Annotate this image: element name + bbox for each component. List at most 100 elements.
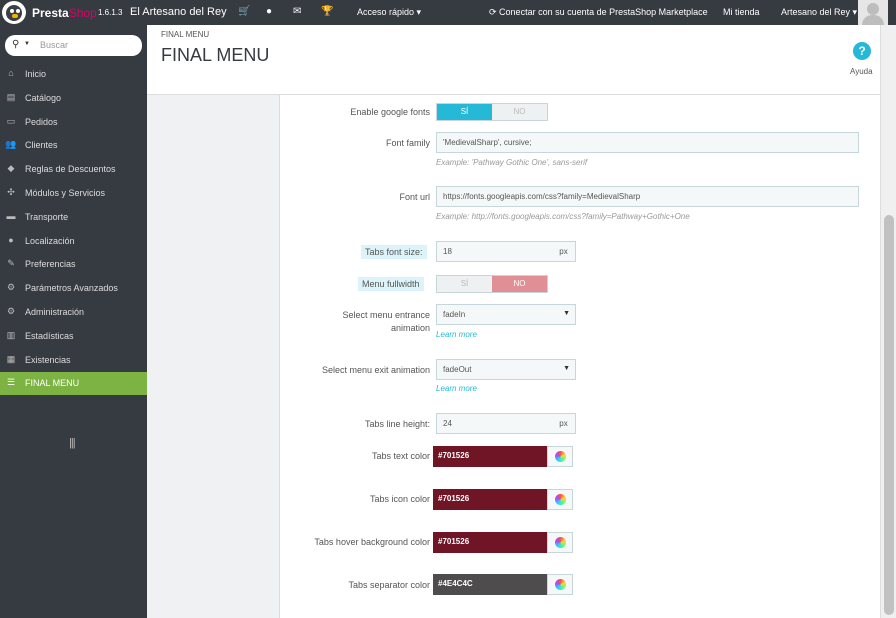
sidebar-item-catálogo[interactable]: ▤ Catálogo bbox=[0, 87, 147, 110]
entrance-animation-select[interactable]: fadeIn ▼ bbox=[436, 304, 576, 325]
marketplace-connect-link[interactable]: ⟳ Conectar con su cuenta de PrestaShop M… bbox=[489, 7, 708, 18]
page-title: FINAL MENU bbox=[161, 45, 270, 65]
home-icon: ⌂ bbox=[8, 68, 14, 78]
gear-icon: ⚙ bbox=[6, 306, 16, 316]
credit-card-icon: ▭ bbox=[6, 115, 16, 126]
tabs-line-height-input[interactable]: 24 bbox=[436, 413, 553, 434]
menu-icon: ☰ bbox=[6, 377, 16, 388]
sidebar-item-label: Parámetros Avanzados bbox=[25, 283, 118, 294]
tabs-text-color-label: Tabs text color bbox=[371, 451, 430, 461]
refresh-icon: ⟳ bbox=[489, 7, 500, 17]
exit-animation-select[interactable]: fadeOut ▼ bbox=[436, 359, 576, 380]
entrance-animation-label: Select menu entrance animation bbox=[342, 310, 430, 333]
sidebar-item-localización[interactable]: ● Localización bbox=[0, 230, 147, 253]
tabs-hover-bg-color-input[interactable]: #701526 bbox=[433, 532, 547, 553]
trophy-icon[interactable]: 🏆 bbox=[321, 6, 333, 17]
px-unit-addon: px bbox=[552, 241, 576, 262]
puzzle-icon: ✣ bbox=[7, 187, 15, 197]
font-url-help: Example: http://fonts.googleapis.com/css… bbox=[436, 212, 690, 221]
menu-fullwidth-switch[interactable]: SÍ NO bbox=[436, 275, 548, 293]
scrollbar[interactable] bbox=[880, 25, 896, 618]
bar-chart-icon: ▥ bbox=[6, 329, 16, 340]
color-wheel-icon bbox=[555, 537, 566, 548]
color-picker-button[interactable] bbox=[547, 446, 573, 467]
help-icon[interactable]: ? bbox=[853, 42, 871, 60]
exit-learn-more-link[interactable]: Learn more bbox=[436, 384, 477, 393]
tabs-font-size-input[interactable]: 18 bbox=[436, 241, 553, 262]
switch-no-option[interactable]: NO bbox=[492, 276, 547, 292]
tabs-separator-color-input[interactable]: #4E4C4C bbox=[433, 574, 547, 595]
menu-fullwidth-label: Menu fullwidth bbox=[358, 277, 424, 291]
wrench-icon: ✎ bbox=[7, 258, 15, 269]
user-icon[interactable]: ● bbox=[266, 6, 272, 17]
exit-animation-label: Select menu exit animation bbox=[321, 365, 430, 375]
chevron-down-icon: ▼ bbox=[563, 310, 570, 317]
brand-name[interactable]: PrestaShop bbox=[32, 6, 97, 20]
sidebar-item-preferencias[interactable]: ✎ Preferencias bbox=[0, 253, 147, 276]
color-picker-button[interactable] bbox=[547, 532, 573, 553]
switch-yes-option[interactable]: SÍ bbox=[437, 276, 492, 292]
globe-icon: ● bbox=[8, 234, 14, 245]
cogs-icon: ⚙ bbox=[6, 282, 16, 293]
font-url-label: Font url bbox=[399, 192, 430, 202]
help-label[interactable]: Ayuda bbox=[850, 67, 873, 76]
color-wheel-icon bbox=[555, 579, 566, 590]
collapse-sidebar-icon[interactable]: ||| bbox=[69, 437, 76, 449]
sidebar-item-administración[interactable]: ⚙ Administración bbox=[0, 301, 147, 324]
avatar[interactable] bbox=[858, 0, 888, 25]
switch-yes-option[interactable]: SÍ bbox=[437, 104, 492, 120]
top-navbar: PrestaShop 1.6.1.3 El Artesano del Rey 🛒… bbox=[0, 0, 896, 25]
sidebar-item-estadísticas[interactable]: ▥ Estadísticas bbox=[0, 325, 147, 348]
quick-access-dropdown[interactable]: Acceso rápido ▾ bbox=[357, 7, 421, 18]
sidebar-item-módulos-y-servicios[interactable]: ✣ Módulos y Servicios bbox=[0, 182, 147, 205]
color-picker-button[interactable] bbox=[547, 574, 573, 595]
tag-icon: ◆ bbox=[7, 163, 15, 174]
sidebar-item-existencias[interactable]: ▦ Existencias bbox=[0, 349, 147, 372]
sidebar-item-label: Clientes bbox=[25, 140, 58, 151]
sidebar-item-label: Preferencias bbox=[25, 259, 76, 270]
tabs-icon-color-input[interactable]: #701526 bbox=[433, 489, 547, 510]
my-store-link[interactable]: Mi tienda bbox=[723, 7, 760, 17]
shop-name-link[interactable]: El Artesano del Rey bbox=[130, 6, 227, 18]
font-family-input[interactable]: 'MedievalSharp', cursive; bbox=[436, 132, 859, 153]
search-input[interactable]: Buscar bbox=[40, 40, 68, 50]
user-menu-dropdown[interactable]: Artesano del Rey ▾ bbox=[781, 7, 857, 18]
sidebar-item-final-menu[interactable]: ☰ FINAL MENU bbox=[0, 372, 147, 396]
tabs-hover-bg-color-label: Tabs hover background color bbox=[314, 537, 430, 547]
font-family-label: Font family bbox=[385, 138, 430, 148]
tabs-separator-color-label: Tabs separator color bbox=[348, 580, 430, 590]
version-label: 1.6.1.3 bbox=[98, 8, 123, 17]
search-icon[interactable]: ⚲ bbox=[12, 39, 19, 50]
sidebar-search[interactable]: ⚲ ▼ Buscar bbox=[5, 35, 142, 56]
sidebar-item-parámetros-avanzados[interactable]: ⚙ Parámetros Avanzados bbox=[0, 277, 147, 300]
breadcrumb[interactable]: FINAL MENU bbox=[161, 30, 209, 39]
chevron-down-icon: ▼ bbox=[563, 365, 570, 372]
font-family-help: Example: 'Pathway Gothic One', sans-seri… bbox=[436, 158, 588, 167]
tabs-text-color-input[interactable]: #701526 bbox=[433, 446, 547, 467]
sidebar-item-label: FINAL MENU bbox=[25, 378, 80, 389]
switch-no-option[interactable]: NO bbox=[492, 104, 547, 120]
cart-icon[interactable]: 🛒 bbox=[238, 6, 250, 17]
sidebar-item-pedidos[interactable]: ▭ Pedidos bbox=[0, 111, 147, 134]
sidebar-item-label: Inicio bbox=[25, 69, 47, 79]
truck-icon: ▬ bbox=[6, 210, 16, 221]
sidebar-item-label: Pedidos bbox=[25, 116, 58, 127]
enable-google-fonts-label: Enable google fonts bbox=[350, 107, 430, 117]
sidebar-item-reglas-de-descuentos[interactable]: ◆ Reglas de Descuentos bbox=[0, 158, 147, 181]
sidebar-item-transporte[interactable]: ▬ Transporte bbox=[0, 206, 147, 229]
envelope-icon[interactable]: ✉ bbox=[293, 6, 301, 17]
sidebar-item-clientes[interactable]: 👥 Clientes bbox=[0, 134, 147, 157]
sidebar-item-inicio[interactable]: ⌂ Inicio bbox=[0, 63, 147, 86]
color-picker-button[interactable] bbox=[547, 489, 573, 510]
archive-icon: ▦ bbox=[6, 353, 16, 364]
tabs-font-size-label: Tabs font size: bbox=[361, 245, 427, 259]
sidebar-item-label: Transporte bbox=[25, 211, 69, 222]
scrollbar-thumb[interactable] bbox=[884, 215, 894, 615]
chevron-down-icon[interactable]: ▼ bbox=[24, 41, 30, 47]
prestashop-logo-icon[interactable] bbox=[2, 1, 26, 24]
enable-google-fonts-switch[interactable]: SÍ NO bbox=[436, 103, 548, 121]
px-unit-addon: px bbox=[552, 413, 576, 434]
entrance-learn-more-link[interactable]: Learn more bbox=[436, 330, 477, 339]
book-icon: ▤ bbox=[6, 91, 16, 102]
font-url-input[interactable]: https://fonts.googleapis.com/css?family=… bbox=[436, 186, 859, 207]
